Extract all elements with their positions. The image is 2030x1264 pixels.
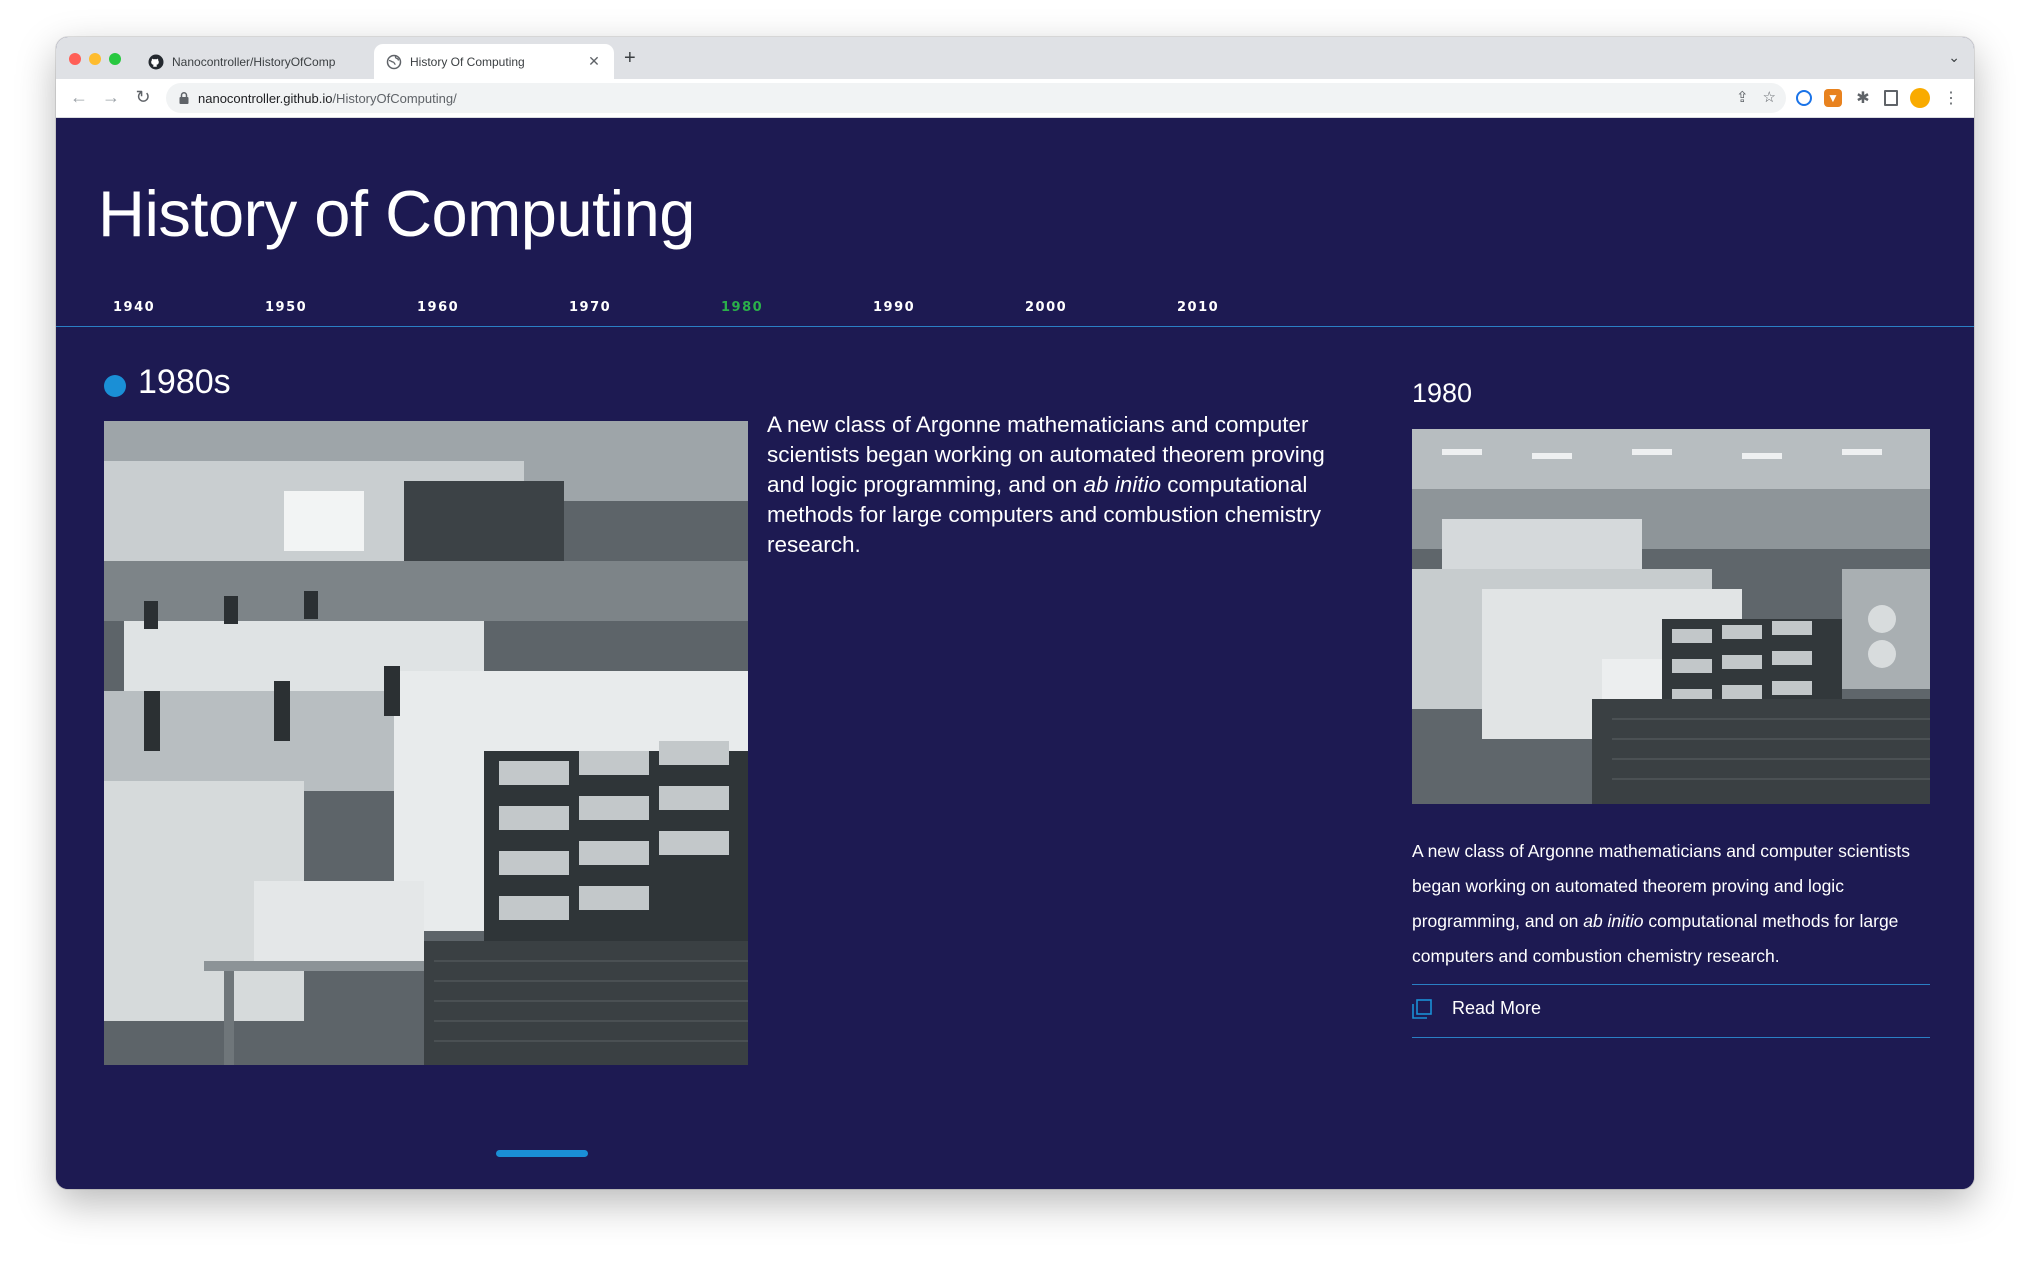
browser-menu-icon[interactable]: ⋮ — [1942, 89, 1960, 107]
computer-room-photo — [104, 421, 748, 1065]
reload-icon[interactable]: ↻ — [132, 87, 154, 108]
tab-strip: Nanocontroller/HistoryOfComp ✕ History O… — [56, 37, 1974, 79]
read-more-top-divider — [1412, 984, 1930, 985]
omnibox-actions: ⇪ ☆ — [1736, 88, 1776, 106]
read-more-link[interactable]: Read More — [1412, 998, 1541, 1019]
side-year-heading: 1980 — [1412, 378, 1473, 408]
github-icon — [148, 54, 164, 69]
decade-tab-1970[interactable]: 1970 — [569, 300, 611, 315]
computer-room-thumbnail — [1412, 429, 1930, 804]
close-window-button[interactable] — [69, 53, 81, 65]
url-host: nanocontroller.github.io — [198, 90, 333, 106]
tab-title: History Of Computing — [410, 54, 525, 69]
back-arrow-icon[interactable]: ← — [68, 87, 90, 108]
extension-circle-icon[interactable] — [1796, 90, 1812, 106]
decade-tab-1980[interactable]: 1980 — [721, 300, 763, 315]
minimize-window-button[interactable] — [89, 53, 101, 65]
page-content: History of Computing 1940 1950 1960 1970… — [56, 118, 1974, 1189]
decade-tab-1990[interactable]: 1990 — [873, 300, 915, 315]
browser-window: Nanocontroller/HistoryOfComp ✕ History O… — [56, 37, 1974, 1189]
era-heading: 1980s — [104, 363, 231, 402]
lead-paragraph: A new class of Argonne mathematicians an… — [767, 410, 1367, 560]
metamask-fox-icon[interactable]: ▼ — [1824, 89, 1842, 107]
lead-emphasis: ab initio — [1083, 472, 1162, 497]
tab-title: Nanocontroller/HistoryOfComp — [172, 54, 336, 69]
side-panel-icon[interactable] — [1884, 90, 1898, 106]
bookmark-star-icon[interactable]: ☆ — [1763, 88, 1776, 106]
url-path: /HistoryOfComputing/ — [332, 90, 457, 106]
era-label: 1980s — [138, 363, 231, 401]
address-bar[interactable]: nanocontroller.github.io /HistoryOfCompu… — [166, 83, 1786, 113]
forward-arrow-icon[interactable]: → — [100, 87, 122, 108]
side-emphasis: ab initio — [1583, 911, 1644, 931]
browser-toolbar: ← → ↻ nanocontroller.github.io /HistoryO… — [56, 79, 1974, 118]
nav-divider — [56, 326, 1974, 327]
era-dot-icon — [104, 374, 126, 397]
read-more-label: Read More — [1452, 998, 1542, 1018]
external-window-icon — [1412, 998, 1432, 1019]
read-more-bottom-divider — [1412, 1037, 1930, 1038]
decade-tab-1950[interactable]: 1950 — [265, 300, 307, 315]
decade-tab-2010[interactable]: 2010 — [1177, 300, 1219, 315]
profile-avatar[interactable] — [1910, 88, 1930, 108]
lock-icon — [179, 92, 189, 104]
decade-tab-1960[interactable]: 1960 — [417, 300, 459, 315]
new-tab-button[interactable]: + — [624, 47, 636, 70]
tab-search-chevron-icon[interactable]: ⌄ — [1948, 49, 1960, 66]
puzzle-extensions-icon[interactable]: ✱ — [1854, 89, 1872, 107]
share-icon[interactable]: ⇪ — [1736, 88, 1749, 106]
tab-history-of-computing[interactable]: History Of Computing ✕ — [374, 44, 614, 79]
decade-tab-2000[interactable]: 2000 — [1025, 300, 1067, 315]
extensions-area: ▼ ✱ ⋮ — [1796, 88, 1960, 108]
globe-icon — [386, 54, 402, 69]
page-title: History of Computing — [98, 177, 695, 250]
close-tab-icon[interactable]: ✕ — [586, 53, 602, 70]
decade-tab-1940[interactable]: 1940 — [113, 300, 155, 315]
window-controls — [69, 53, 121, 65]
zoom-window-button[interactable] — [109, 53, 121, 65]
timeline-progress-indicator — [496, 1150, 588, 1157]
side-description: A new class of Argonne mathematicians an… — [1412, 834, 1942, 974]
